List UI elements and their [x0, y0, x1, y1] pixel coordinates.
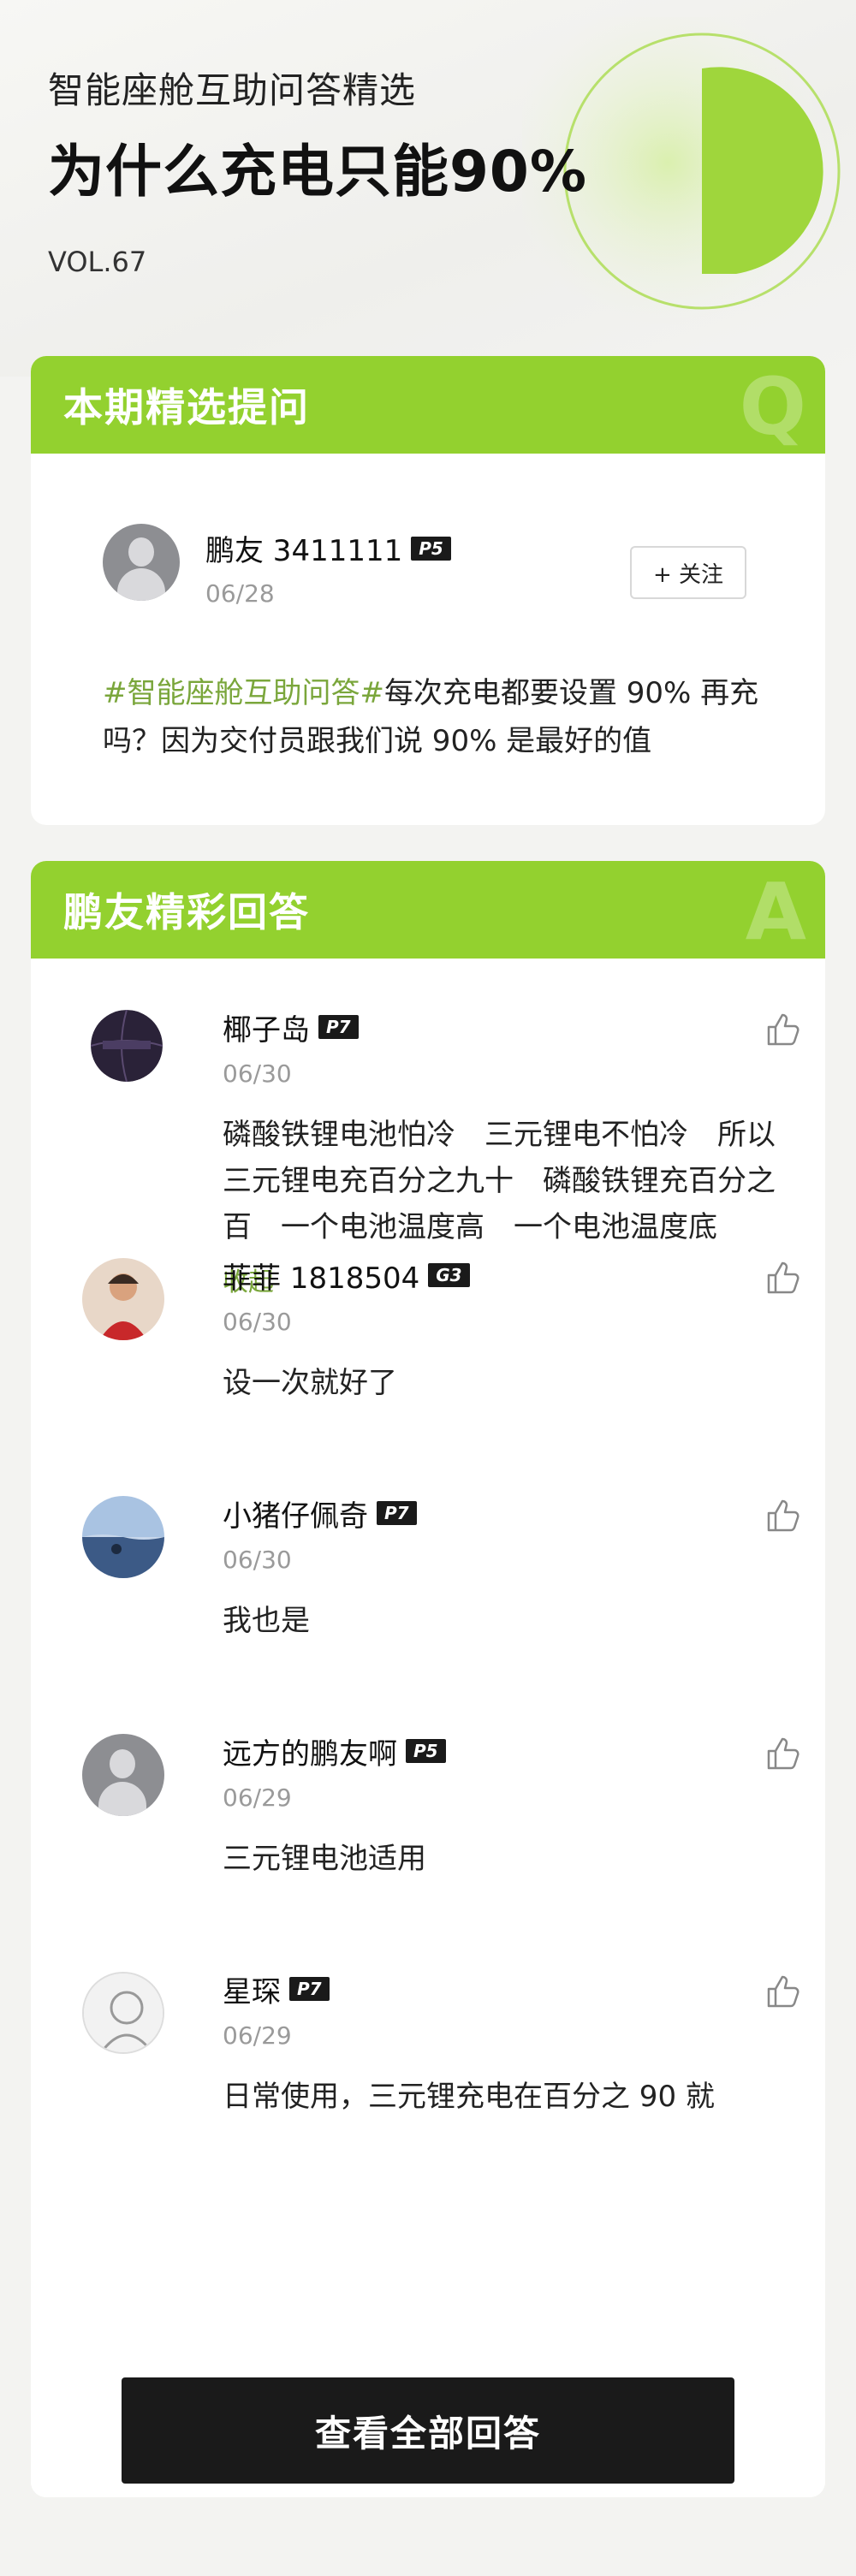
sketch-avatar[interactable] [82, 1972, 164, 2054]
answer-text: 设一次就好了 [223, 1366, 397, 1400]
question-author[interactable]: 鹏友 3411111 P5 06/28 [103, 524, 451, 608]
answer-author-name[interactable]: 菲菲 1818504 [223, 1255, 419, 1297]
q-letter-watermark: Q [739, 361, 806, 453]
answer-date: 06/29 [223, 2021, 292, 2050]
thumbs-up-icon[interactable] [764, 1496, 801, 1534]
author-name[interactable]: 鹏友 3411111 [205, 527, 402, 569]
answers-card: 鹏友精彩回答 A 椰子岛 P7 06/30 磷酸铁锂电池怕冷 三元锂电不怕冷 所… [31, 861, 825, 2497]
photo-avatar-sea[interactable] [82, 1496, 164, 1578]
topic-tag[interactable]: #智能座舱互助问答# [103, 676, 384, 710]
answer-text: 日常使用，三元锂充电在百分之 90 就 [223, 2080, 715, 2114]
answer-date: 06/30 [223, 1546, 292, 1574]
answer-author-name[interactable]: 椰子岛 [223, 1006, 310, 1048]
level-badge: P7 [289, 1977, 330, 2001]
question-card-header: 本期精选提问 Q [31, 356, 825, 454]
follow-button[interactable]: + 关注 [630, 546, 746, 599]
view-all-answers-button[interactable]: 查看全部回答 [122, 2377, 734, 2484]
page-title: 为什么充电只能90% [48, 139, 587, 205]
level-badge: G3 [428, 1263, 470, 1287]
header-background: 智能座舱互助问答精选 为什么充电只能90% VOL.67 [0, 0, 856, 377]
answer-text: 磷酸铁锂电池怕冷 三元锂电不怕冷 所以三元锂电充百分之九十 磷酸铁锂充百分之百 … [223, 1118, 776, 1244]
thumbs-up-icon[interactable] [764, 1734, 801, 1772]
a-letter-watermark: A [745, 866, 806, 958]
thumbs-up-icon[interactable] [764, 1258, 801, 1296]
volume-label: VOL.67 [48, 246, 147, 278]
answer-date: 06/30 [223, 1059, 292, 1088]
answer-author-name[interactable]: 星琛 [223, 1968, 281, 2010]
post-date: 06/28 [205, 579, 275, 608]
answer-date: 06/29 [223, 1784, 292, 1812]
answer-text: 三元锂电池适用 [223, 1842, 426, 1876]
thumbs-up-icon[interactable] [764, 1010, 801, 1048]
answer-text: 我也是 [223, 1604, 310, 1638]
level-badge: P7 [318, 1015, 359, 1039]
default-avatar[interactable] [82, 1734, 164, 1816]
answer-author-name[interactable]: 远方的鹏友啊 [223, 1730, 397, 1772]
answer-date: 06/30 [223, 1308, 292, 1336]
question-text: #智能座舱互助问答#每次充电都要设置 90% 再充吗？因为交付员跟我们说 90%… [103, 669, 770, 765]
answers-card-header: 鹏友精彩回答 A [31, 861, 825, 959]
answer-author-name[interactable]: 小猪仔佩奇 [223, 1493, 368, 1534]
thumbs-up-icon[interactable] [764, 1972, 801, 2009]
photo-avatar-girl[interactable] [82, 1258, 164, 1340]
basketball-avatar[interactable] [91, 1010, 163, 1082]
avatar[interactable] [103, 524, 180, 601]
question-card: 本期精选提问 Q 鹏友 3411111 P5 06/28 + 关注 #智能座舱互… [31, 356, 825, 825]
header-subtitle: 智能座舱互助问答精选 [48, 69, 417, 111]
answers-card-title: 鹏友精彩回答 [63, 889, 310, 935]
level-badge: P7 [377, 1501, 417, 1525]
level-badge: P5 [406, 1739, 446, 1763]
question-card-title: 本期精选提问 [63, 384, 310, 430]
level-badge: P5 [411, 536, 451, 561]
